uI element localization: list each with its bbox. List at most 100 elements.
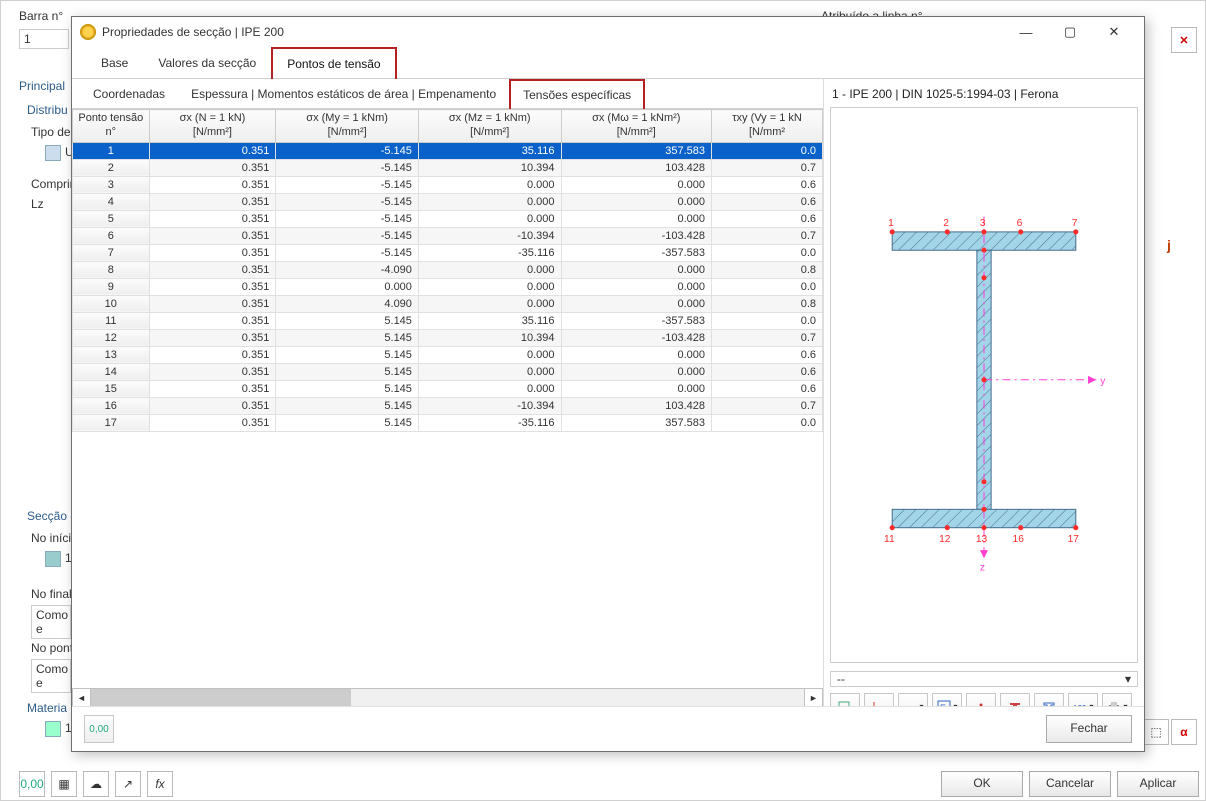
cell[interactable]: 5.145 xyxy=(276,414,419,431)
cell[interactable]: 5.145 xyxy=(276,312,419,329)
tab-base[interactable]: Base xyxy=(86,47,143,79)
row-header[interactable]: 4 xyxy=(73,193,150,210)
table-row[interactable]: 120.3515.14510.394-103.4280.7 xyxy=(73,329,823,346)
tool-units[interactable]: 0,00 xyxy=(19,771,45,797)
cell[interactable]: 10.394 xyxy=(418,329,561,346)
cell[interactable]: -5.145 xyxy=(276,176,419,193)
cell[interactable]: 0.000 xyxy=(561,363,712,380)
row-header[interactable]: 11 xyxy=(73,312,150,329)
table-row[interactable]: 150.3515.1450.0000.0000.6 xyxy=(73,380,823,397)
cell[interactable]: 0.351 xyxy=(149,329,276,346)
tool-dimensions[interactable]: ▾ xyxy=(898,693,928,706)
cell[interactable]: 357.583 xyxy=(561,414,712,431)
cell[interactable]: 5.145 xyxy=(276,346,419,363)
seccao-combo[interactable]: 1 xyxy=(45,551,72,567)
table-row[interactable]: 160.3515.145-10.394103.4280.7 xyxy=(73,397,823,414)
cell[interactable]: 0.000 xyxy=(561,380,712,397)
cell[interactable]: 0.7 xyxy=(712,397,823,414)
cell[interactable]: -10.394 xyxy=(418,227,561,244)
tool-values[interactable]: E▾ xyxy=(932,693,962,706)
tool-numbering[interactable]: 123▾ xyxy=(1068,693,1098,706)
cell[interactable]: 0.351 xyxy=(149,244,276,261)
cell[interactable]: -5.145 xyxy=(276,210,419,227)
table-row[interactable]: 90.3510.0000.0000.0000.0 xyxy=(73,278,823,295)
cell[interactable]: 0.6 xyxy=(712,380,823,397)
table-row[interactable]: 40.351-5.1450.0000.0000.6 xyxy=(73,193,823,210)
tool-profile-outline[interactable] xyxy=(1034,693,1064,706)
section-viewer[interactable]: y z 1 2 3 6 7 11 12 1 xyxy=(830,107,1138,663)
new-section-icon[interactable]: ⬚ xyxy=(1143,719,1169,745)
cell[interactable]: 0.351 xyxy=(149,261,276,278)
subtab-espessura[interactable]: Espessura | Momentos estáticos de área |… xyxy=(178,79,509,109)
cell[interactable]: 357.583 xyxy=(561,142,712,159)
row-header[interactable]: 10 xyxy=(73,295,150,312)
cell[interactable]: 0.351 xyxy=(149,346,276,363)
cell[interactable]: 0.351 xyxy=(149,210,276,227)
cell[interactable]: -103.428 xyxy=(561,329,712,346)
table-row[interactable]: 60.351-5.145-10.394-103.4280.7 xyxy=(73,227,823,244)
cell[interactable]: -5.145 xyxy=(276,159,419,176)
cell[interactable]: 0.000 xyxy=(561,346,712,363)
cell[interactable]: 103.428 xyxy=(561,397,712,414)
cell[interactable]: 0.000 xyxy=(418,380,561,397)
row-header[interactable]: 9 xyxy=(73,278,150,295)
minimize-button[interactable]: — xyxy=(1004,18,1048,46)
barra-input[interactable]: 1 xyxy=(19,29,69,49)
col-sigma-my[interactable]: σx (My = 1 kNm)[N/mm²] xyxy=(276,110,419,143)
table-row[interactable]: 140.3515.1450.0000.0000.6 xyxy=(73,363,823,380)
ok-button[interactable]: OK xyxy=(941,771,1023,797)
row-header[interactable]: 5 xyxy=(73,210,150,227)
cell[interactable]: -35.116 xyxy=(418,414,561,431)
cell[interactable]: 0.000 xyxy=(418,278,561,295)
result-combo[interactable]: -- ▾ xyxy=(830,671,1138,687)
row-header[interactable]: 8 xyxy=(73,261,150,278)
pick-icon[interactable]: ✕ xyxy=(1171,27,1197,53)
cell[interactable]: 0.0 xyxy=(712,244,823,261)
tool-axes[interactable] xyxy=(864,693,894,706)
cell[interactable]: 0.7 xyxy=(712,159,823,176)
cell[interactable]: -357.583 xyxy=(561,312,712,329)
row-header[interactable]: 15 xyxy=(73,380,150,397)
cell[interactable]: 0.000 xyxy=(561,193,712,210)
cell[interactable]: 0.351 xyxy=(149,312,276,329)
grid-wrap[interactable]: Ponto tensão n° σx (N = 1 kN)[N/mm²] σx … xyxy=(72,109,823,689)
cell[interactable]: 0.8 xyxy=(712,261,823,278)
cell[interactable]: 0.351 xyxy=(149,227,276,244)
cell[interactable]: 0.351 xyxy=(149,193,276,210)
cancel-button[interactable]: Cancelar xyxy=(1029,771,1111,797)
cell[interactable]: 35.116 xyxy=(418,312,561,329)
table-row[interactable]: 130.3515.1450.0000.0000.6 xyxy=(73,346,823,363)
cell[interactable]: 0.000 xyxy=(561,210,712,227)
close-dialog-button[interactable]: Fechar xyxy=(1046,715,1132,743)
cell[interactable]: 0.000 xyxy=(418,295,561,312)
cell[interactable]: -10.394 xyxy=(418,397,561,414)
col-sigma-mw[interactable]: σx (Mω = 1 kNm²)[N/mm²] xyxy=(561,110,712,143)
table-row[interactable]: 10.351-5.14535.116357.5830.0 xyxy=(73,142,823,159)
cell[interactable]: 0.000 xyxy=(561,295,712,312)
cell[interactable]: 0.351 xyxy=(149,363,276,380)
clean-icon[interactable]: α xyxy=(1171,719,1197,745)
table-row[interactable]: 30.351-5.1450.0000.0000.6 xyxy=(73,176,823,193)
cell[interactable]: 0.6 xyxy=(712,193,823,210)
hscrollbar[interactable]: ◄ ► xyxy=(72,689,823,706)
cell[interactable]: 0.000 xyxy=(418,346,561,363)
table-row[interactable]: 110.3515.14535.116-357.5830.0 xyxy=(73,312,823,329)
cell[interactable]: 0.6 xyxy=(712,346,823,363)
footer-units-button[interactable]: 0,00 xyxy=(84,715,114,743)
cell[interactable]: 0.351 xyxy=(149,278,276,295)
cell[interactable]: 0.000 xyxy=(561,176,712,193)
cell[interactable]: 0.000 xyxy=(418,363,561,380)
cell[interactable]: 0.351 xyxy=(149,159,276,176)
cell[interactable]: 0.351 xyxy=(149,295,276,312)
tool-print[interactable]: ▾ xyxy=(1102,693,1132,706)
cell[interactable]: 0.000 xyxy=(418,261,561,278)
cell[interactable]: -35.116 xyxy=(418,244,561,261)
table-row[interactable]: 50.351-5.1450.0000.0000.6 xyxy=(73,210,823,227)
maximize-button[interactable]: ▢ xyxy=(1048,18,1092,46)
col-sigma-mz[interactable]: σx (Mz = 1 kNm)[N/mm²] xyxy=(418,110,561,143)
tool-profile-fill[interactable] xyxy=(1000,693,1030,706)
cell[interactable]: 0.0 xyxy=(712,142,823,159)
cell[interactable]: -5.145 xyxy=(276,244,419,261)
row-header[interactable]: 7 xyxy=(73,244,150,261)
tool-4[interactable]: ↗ xyxy=(115,771,141,797)
